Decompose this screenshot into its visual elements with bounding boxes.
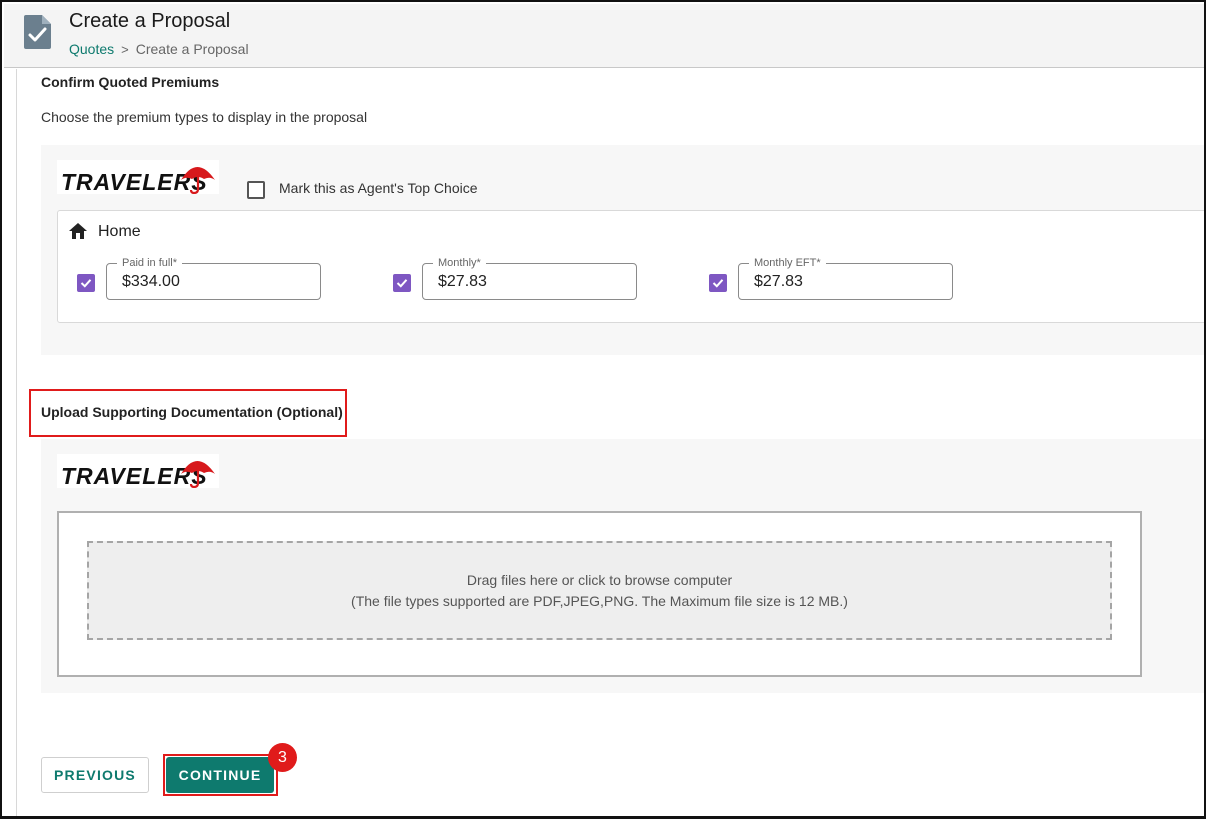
monthly-eft-checkbox[interactable] <box>709 274 727 292</box>
page-header: Create a Proposal Quotes > Create a Prop… <box>4 4 1204 68</box>
dropzone-hint: (The file types supported are PDF,JPEG,P… <box>351 593 848 609</box>
breadcrumb-separator: > <box>121 41 129 57</box>
home-icon <box>69 223 87 239</box>
continue-button[interactable]: CONTINUE <box>166 757 274 793</box>
document-check-icon <box>24 15 51 49</box>
paid-in-full-field[interactable]: Paid in full* $334.00 <box>106 256 321 300</box>
monthly-eft-field[interactable]: Monthly EFT* $27.83 <box>738 256 953 300</box>
top-choice-label: Mark this as Agent's Top Choice <box>279 180 478 196</box>
dropzone-text: Drag files here or click to browse compu… <box>466 572 733 588</box>
paid-in-full-value: $334.00 <box>122 273 180 290</box>
umbrella-logo-icon <box>181 167 215 194</box>
top-choice-checkbox[interactable] <box>247 181 265 199</box>
breadcrumb-quotes-link[interactable]: Quotes <box>69 41 114 57</box>
premiums-section-title: Confirm Quoted Premiums <box>41 74 220 90</box>
upload-section-title: Upload Supporting Documentation (Optiona… <box>41 404 343 420</box>
travelers-logo: TRAVELERS <box>57 160 219 195</box>
umbrella-logo-icon <box>181 461 215 488</box>
monthly-label: Monthly* <box>433 256 486 270</box>
paid-in-full-checkbox[interactable] <box>77 274 95 292</box>
premiums-subtitle: Choose the premium types to display in t… <box>41 109 368 125</box>
checkmark-icon <box>80 279 92 288</box>
checkmark-icon <box>396 279 408 288</box>
monthly-value: $27.83 <box>438 273 487 290</box>
travelers-logo: TRAVELERS <box>57 454 219 489</box>
breadcrumb-current: Create a Proposal <box>135 41 249 57</box>
file-dropzone[interactable]: Drag files here or click to browse compu… <box>87 541 1112 640</box>
content-left-edge <box>16 69 17 816</box>
home-label: Home <box>98 223 141 240</box>
monthly-checkbox[interactable] <box>393 274 411 292</box>
breadcrumb: Quotes > Create a Proposal <box>69 41 249 57</box>
step-badge: 3 <box>268 743 297 772</box>
monthly-eft-label: Monthly EFT* <box>749 256 826 270</box>
app-frame: Create a Proposal Quotes > Create a Prop… <box>0 0 1206 819</box>
previous-button[interactable]: PREVIOUS <box>41 757 149 793</box>
checkmark-icon <box>712 279 724 288</box>
paid-in-full-label: Paid in full* <box>117 256 183 270</box>
monthly-field[interactable]: Monthly* $27.83 <box>422 256 637 300</box>
page-title: Create a Proposal <box>69 10 231 32</box>
monthly-eft-value: $27.83 <box>754 273 803 290</box>
